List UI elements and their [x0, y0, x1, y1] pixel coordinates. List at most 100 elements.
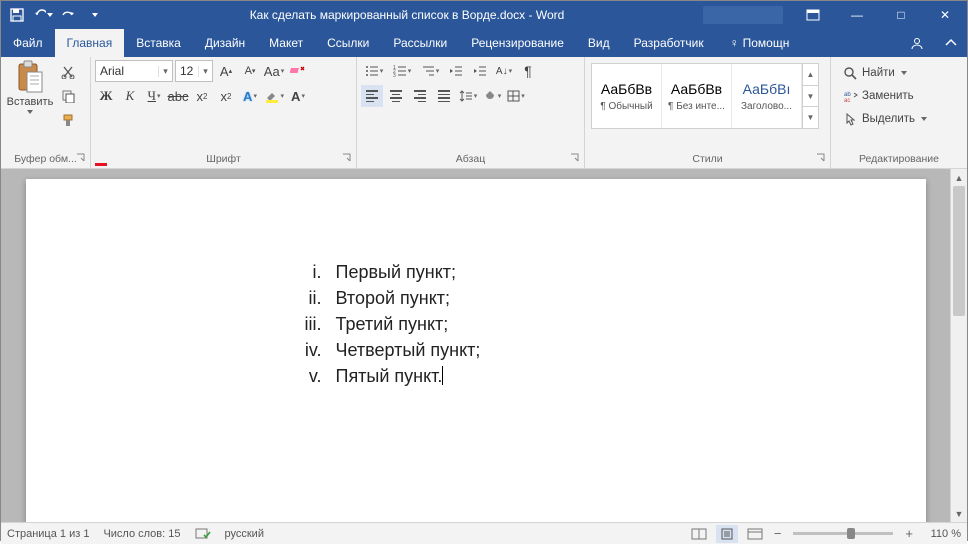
tab-главная[interactable]: Главная — [55, 29, 125, 57]
collapse-ribbon-button[interactable] — [935, 29, 967, 57]
style-item-2[interactable]: АаБбВıЗаголово... — [732, 64, 802, 128]
format-painter-button[interactable] — [57, 110, 79, 130]
page-indicator[interactable]: Страница 1 из 1 — [7, 528, 89, 540]
zoom-thumb[interactable] — [847, 528, 855, 539]
sort-button[interactable]: A↓ — [493, 60, 515, 82]
align-right-button[interactable] — [409, 85, 431, 107]
underline-button[interactable]: Ч — [143, 85, 165, 107]
clipboard-dialog-launcher[interactable] — [75, 152, 88, 165]
clear-formatting-button[interactable] — [287, 60, 309, 82]
read-mode-button[interactable] — [688, 525, 710, 543]
select-button[interactable]: Выделить — [839, 108, 931, 130]
copy-button[interactable] — [57, 86, 79, 106]
tab-макет[interactable]: Макет — [257, 29, 315, 57]
bullets-button[interactable] — [361, 60, 387, 82]
font-dialog-launcher[interactable] — [341, 152, 354, 165]
tab-рассылки[interactable]: Рассылки — [381, 29, 459, 57]
styles-dialog-launcher[interactable] — [815, 152, 828, 165]
tab-дизайн[interactable]: Дизайн — [193, 29, 257, 57]
ribbon-display-options-button[interactable] — [791, 1, 835, 29]
decrease-indent-button[interactable] — [445, 60, 467, 82]
style-label: Заголово... — [741, 101, 792, 112]
styles-group: АаБбВв¶ ОбычныйАаБбВв¶ Без инте...АаБбВı… — [585, 57, 831, 168]
align-left-button[interactable] — [361, 85, 383, 107]
numbering-button[interactable]: 123 — [389, 60, 415, 82]
list-item[interactable]: v.Пятый пункт. — [86, 363, 866, 389]
align-center-button[interactable] — [385, 85, 407, 107]
styles-more[interactable]: ▼ — [803, 107, 818, 128]
paragraph-group-label: Абзац — [357, 150, 584, 168]
tell-me-tab[interactable]: ♀Помощн — [718, 29, 802, 57]
minimize-button[interactable]: — — [835, 1, 879, 29]
superscript-button[interactable]: x2 — [215, 85, 237, 107]
zoom-level[interactable]: 110 % — [921, 528, 961, 540]
vertical-scrollbar[interactable]: ▲ ▼ — [950, 169, 967, 522]
svg-text:ac: ac — [844, 98, 850, 102]
print-layout-button[interactable] — [716, 525, 738, 543]
share-button[interactable] — [899, 29, 935, 57]
change-case-button[interactable]: Aa — [263, 60, 285, 82]
italic-button[interactable]: К — [119, 85, 141, 107]
scroll-thumb[interactable] — [953, 186, 965, 316]
undo-button[interactable] — [33, 5, 53, 25]
font-size-combo[interactable]: 12▾ — [175, 60, 213, 82]
style-item-1[interactable]: АаБбВв¶ Без инте... — [662, 64, 732, 128]
borders-button[interactable] — [505, 85, 527, 107]
styles-row-up[interactable]: ▲ — [803, 64, 818, 86]
zoom-out-button[interactable]: − — [772, 526, 784, 541]
maximize-button[interactable]: □ — [879, 1, 923, 29]
highlight-button[interactable] — [263, 85, 285, 107]
tab-рецензирование[interactable]: Рецензирование — [459, 29, 576, 57]
subscript-button[interactable]: x2 — [191, 85, 213, 107]
editing-group-label: Редактирование — [831, 150, 967, 168]
account-badge[interactable] — [703, 6, 783, 24]
shading-button[interactable] — [481, 85, 503, 107]
strikethrough-button[interactable]: abc — [167, 85, 189, 107]
window-controls: — □ ✕ — [835, 1, 967, 29]
decrease-font-size-button[interactable]: A▾ — [239, 60, 261, 82]
font-color-button[interactable]: A — [287, 85, 309, 107]
increase-font-size-button[interactable]: A▴ — [215, 60, 237, 82]
tab-вставка[interactable]: Вставка — [124, 29, 193, 57]
justify-button[interactable] — [433, 85, 455, 107]
save-button[interactable] — [7, 5, 27, 25]
paste-button[interactable]: Вставить — [5, 60, 55, 150]
font-name-combo[interactable]: Arial▾ — [95, 60, 173, 82]
list-item[interactable]: i.Первый пункт; — [86, 259, 866, 285]
tab-разработчик[interactable]: Разработчик — [622, 29, 716, 57]
scroll-down-button[interactable]: ▼ — [951, 505, 967, 522]
styles-row-down[interactable]: ▼ — [803, 86, 818, 108]
web-layout-button[interactable] — [744, 525, 766, 543]
bold-button[interactable]: Ж — [95, 85, 117, 107]
list-item[interactable]: iv.Четвертый пункт; — [86, 337, 866, 363]
multilevel-list-button[interactable] — [417, 60, 443, 82]
page[interactable]: i.Первый пункт;ii.Второй пункт;iii.Трети… — [26, 179, 926, 522]
list-item[interactable]: ii.Второй пункт; — [86, 285, 866, 311]
cut-button[interactable] — [57, 62, 79, 82]
text-effects-button[interactable]: A — [239, 85, 261, 107]
find-button[interactable]: Найти — [839, 62, 931, 84]
close-button[interactable]: ✕ — [923, 1, 967, 29]
word-count[interactable]: Число слов: 15 — [103, 528, 180, 540]
paragraph-dialog-launcher[interactable] — [569, 152, 582, 165]
show-marks-button[interactable]: ¶ — [517, 60, 539, 82]
customize-qat-button[interactable] — [85, 5, 105, 25]
tab-ссылки[interactable]: Ссылки — [315, 29, 381, 57]
tab-вид[interactable]: Вид — [576, 29, 622, 57]
scroll-track[interactable] — [951, 186, 967, 505]
list-item[interactable]: iii.Третий пункт; — [86, 311, 866, 337]
zoom-in-button[interactable]: + — [903, 526, 915, 541]
language-indicator[interactable]: русский — [225, 528, 264, 540]
document-scroll[interactable]: i.Первый пункт;ii.Второй пункт;iii.Трети… — [1, 169, 950, 522]
spellcheck-icon[interactable] — [195, 527, 211, 540]
redo-button[interactable] — [59, 5, 79, 25]
style-item-0[interactable]: АаБбВв¶ Обычный — [592, 64, 662, 128]
list-marker: ii. — [86, 285, 336, 311]
line-spacing-button[interactable] — [457, 85, 479, 107]
zoom-slider[interactable] — [793, 532, 893, 535]
tab-файл[interactable]: Файл — [1, 29, 55, 57]
increase-indent-button[interactable] — [469, 60, 491, 82]
replace-button[interactable]: abacЗаменить — [839, 85, 931, 107]
quick-access-toolbar — [1, 5, 111, 25]
scroll-up-button[interactable]: ▲ — [951, 169, 967, 186]
